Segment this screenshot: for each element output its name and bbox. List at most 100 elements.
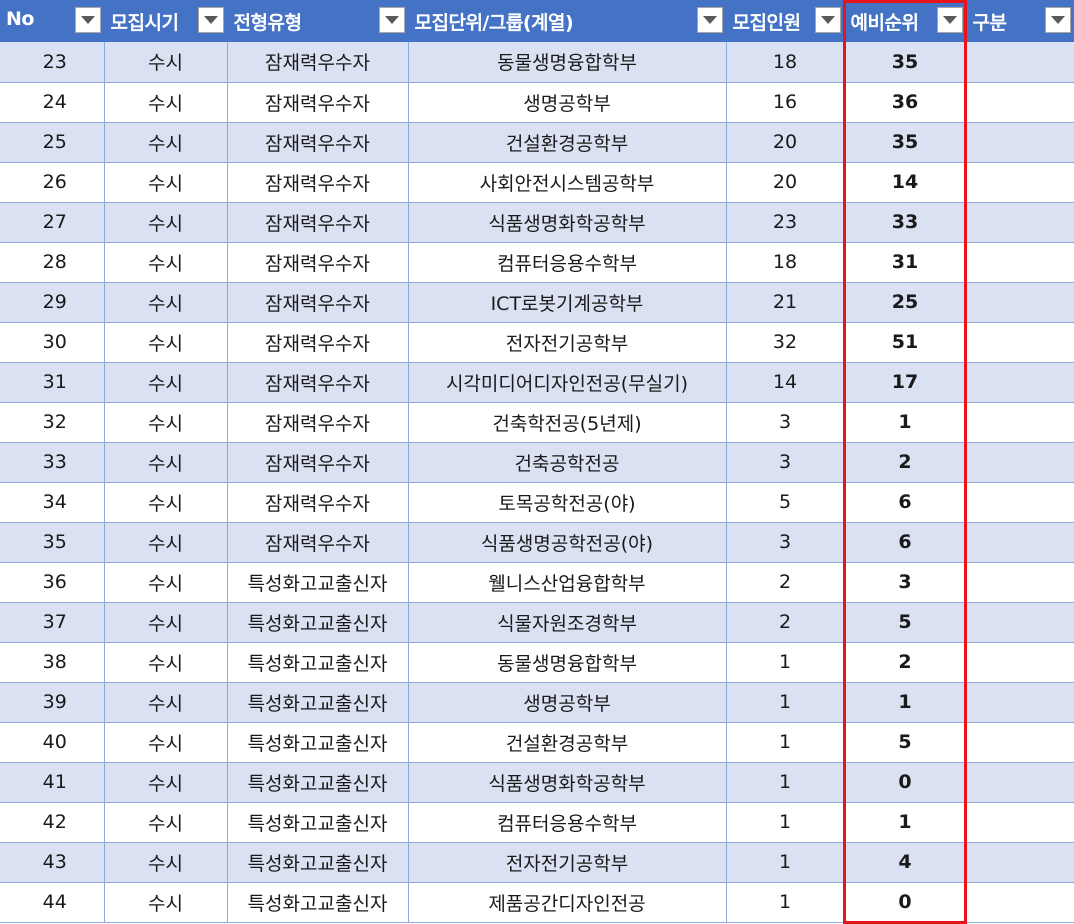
- cell-quota[interactable]: 21: [726, 282, 845, 323]
- cell-no[interactable]: 39: [0, 682, 105, 723]
- cell-no[interactable]: 40: [0, 722, 105, 763]
- cell-rank[interactable]: 4: [844, 842, 967, 883]
- cell-rank[interactable]: 25: [844, 282, 967, 323]
- cell-quota[interactable]: 18: [726, 42, 845, 83]
- cell-no[interactable]: 35: [0, 522, 105, 563]
- cell-rank[interactable]: 2: [844, 442, 967, 483]
- cell-unit[interactable]: 건설환경공학부: [408, 722, 727, 763]
- cell-category[interactable]: [966, 402, 1074, 443]
- cell-unit[interactable]: 식품생명화학공학부: [408, 202, 727, 243]
- cell-quota[interactable]: 1: [726, 682, 845, 723]
- cell-no[interactable]: 31: [0, 362, 105, 403]
- cell-period[interactable]: 수시: [104, 762, 228, 803]
- cell-quota[interactable]: 32: [726, 322, 845, 363]
- cell-category[interactable]: [966, 842, 1074, 883]
- cell-rank[interactable]: 14: [844, 162, 967, 203]
- cell-rank[interactable]: 33: [844, 202, 967, 243]
- cell-category[interactable]: [966, 882, 1074, 923]
- cell-quota[interactable]: 14: [726, 362, 845, 403]
- cell-period[interactable]: 수시: [104, 442, 228, 483]
- cell-no[interactable]: 36: [0, 562, 105, 603]
- cell-no[interactable]: 25: [0, 122, 105, 163]
- filter-dropdown-button[interactable]: [378, 7, 405, 33]
- cell-no[interactable]: 34: [0, 482, 105, 523]
- cell-type[interactable]: 잠재력우수자: [227, 42, 409, 83]
- cell-rank[interactable]: 6: [844, 482, 967, 523]
- cell-period[interactable]: 수시: [104, 882, 228, 923]
- cell-period[interactable]: 수시: [104, 242, 228, 283]
- cell-quota[interactable]: 1: [726, 762, 845, 803]
- cell-period[interactable]: 수시: [104, 602, 228, 643]
- cell-rank[interactable]: 3: [844, 562, 967, 603]
- cell-no[interactable]: 26: [0, 162, 105, 203]
- cell-type[interactable]: 특성화고교출신자: [227, 642, 409, 683]
- cell-unit[interactable]: 동물생명융합학부: [408, 642, 727, 683]
- cell-unit[interactable]: 제품공간디자인전공: [408, 882, 727, 923]
- cell-rank[interactable]: 35: [844, 122, 967, 163]
- cell-period[interactable]: 수시: [104, 682, 228, 723]
- cell-unit[interactable]: 건축학전공(5년제): [408, 402, 727, 443]
- cell-unit[interactable]: ICT로봇기계공학부: [408, 282, 727, 323]
- cell-type[interactable]: 잠재력우수자: [227, 82, 409, 123]
- cell-quota[interactable]: 23: [726, 202, 845, 243]
- filter-dropdown-button[interactable]: [197, 7, 224, 33]
- cell-type[interactable]: 잠재력우수자: [227, 442, 409, 483]
- cell-quota[interactable]: 1: [726, 842, 845, 883]
- cell-rank[interactable]: 5: [844, 722, 967, 763]
- cell-type[interactable]: 잠재력우수자: [227, 162, 409, 203]
- cell-rank[interactable]: 5: [844, 602, 967, 643]
- cell-no[interactable]: 33: [0, 442, 105, 483]
- cell-type[interactable]: 특성화고교출신자: [227, 722, 409, 763]
- cell-category[interactable]: [966, 322, 1074, 363]
- cell-no[interactable]: 43: [0, 842, 105, 883]
- cell-rank[interactable]: 31: [844, 242, 967, 283]
- cell-unit[interactable]: 전자전기공학부: [408, 322, 727, 363]
- filter-dropdown-button[interactable]: [74, 7, 101, 33]
- cell-period[interactable]: 수시: [104, 482, 228, 523]
- cell-period[interactable]: 수시: [104, 202, 228, 243]
- cell-type[interactable]: 잠재력우수자: [227, 482, 409, 523]
- cell-no[interactable]: 28: [0, 242, 105, 283]
- cell-no[interactable]: 42: [0, 802, 105, 843]
- cell-category[interactable]: [966, 82, 1074, 123]
- cell-type[interactable]: 특성화고교출신자: [227, 802, 409, 843]
- cell-period[interactable]: 수시: [104, 522, 228, 563]
- cell-quota[interactable]: 5: [726, 482, 845, 523]
- filter-dropdown-button[interactable]: [696, 7, 723, 33]
- cell-period[interactable]: 수시: [104, 362, 228, 403]
- cell-rank[interactable]: 2: [844, 642, 967, 683]
- cell-category[interactable]: [966, 242, 1074, 283]
- cell-category[interactable]: [966, 682, 1074, 723]
- cell-quota[interactable]: 2: [726, 602, 845, 643]
- cell-rank[interactable]: 6: [844, 522, 967, 563]
- cell-unit[interactable]: 전자전기공학부: [408, 842, 727, 883]
- cell-type[interactable]: 잠재력우수자: [227, 202, 409, 243]
- cell-quota[interactable]: 2: [726, 562, 845, 603]
- cell-category[interactable]: [966, 162, 1074, 203]
- cell-no[interactable]: 32: [0, 402, 105, 443]
- cell-unit[interactable]: 사회안전시스템공학부: [408, 162, 727, 203]
- cell-type[interactable]: 잠재력우수자: [227, 362, 409, 403]
- cell-quota[interactable]: 1: [726, 642, 845, 683]
- cell-category[interactable]: [966, 522, 1074, 563]
- cell-category[interactable]: [966, 202, 1074, 243]
- cell-period[interactable]: 수시: [104, 42, 228, 83]
- filter-dropdown-button[interactable]: [936, 7, 963, 33]
- cell-period[interactable]: 수시: [104, 562, 228, 603]
- cell-period[interactable]: 수시: [104, 322, 228, 363]
- cell-unit[interactable]: 웰니스산업융합학부: [408, 562, 727, 603]
- cell-rank[interactable]: 1: [844, 402, 967, 443]
- cell-unit[interactable]: 동물생명융합학부: [408, 42, 727, 83]
- cell-quota[interactable]: 3: [726, 402, 845, 443]
- cell-unit[interactable]: 생명공학부: [408, 682, 727, 723]
- cell-no[interactable]: 24: [0, 82, 105, 123]
- cell-category[interactable]: [966, 602, 1074, 643]
- cell-type[interactable]: 특성화고교출신자: [227, 842, 409, 883]
- cell-type[interactable]: 잠재력우수자: [227, 522, 409, 563]
- cell-unit[interactable]: 생명공학부: [408, 82, 727, 123]
- cell-type[interactable]: 잠재력우수자: [227, 282, 409, 323]
- cell-category[interactable]: [966, 282, 1074, 323]
- cell-no[interactable]: 44: [0, 882, 105, 923]
- cell-no[interactable]: 23: [0, 42, 105, 83]
- cell-no[interactable]: 29: [0, 282, 105, 323]
